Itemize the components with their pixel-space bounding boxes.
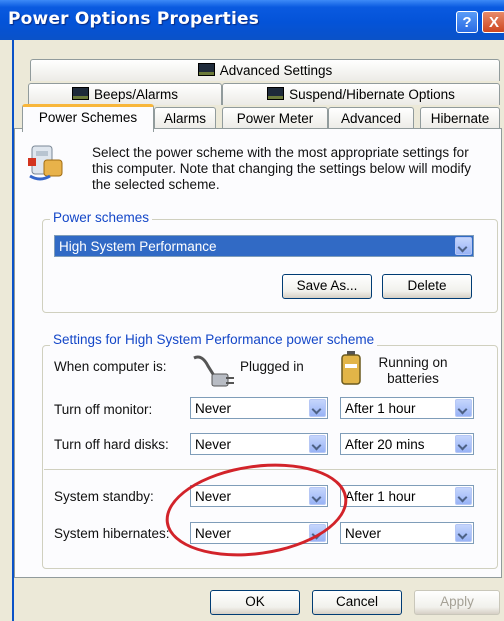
monitor-icon bbox=[71, 87, 89, 100]
save-as-button[interactable]: Save As... bbox=[282, 274, 372, 299]
settings-legend: Settings for High System Performance pow… bbox=[50, 332, 378, 347]
select-value: After 20 mins bbox=[345, 437, 425, 452]
chevron-down-icon[interactable] bbox=[309, 524, 326, 542]
cancel-button[interactable]: Cancel bbox=[312, 590, 402, 615]
turn-off-hard-disks-label: Turn off hard disks: bbox=[54, 437, 169, 452]
hard-disks-battery-select[interactable]: After 20 mins bbox=[340, 433, 474, 455]
tab-power-meter[interactable]: Power Meter bbox=[222, 107, 328, 129]
turn-off-monitor-label: Turn off monitor: bbox=[54, 402, 153, 417]
window-title: Power Options Properties bbox=[8, 9, 260, 29]
hard-disks-plugged-select[interactable]: Never bbox=[190, 433, 328, 455]
monitor-icon bbox=[197, 63, 215, 76]
tab-power-schemes[interactable]: Power Schemes bbox=[22, 104, 154, 132]
intro-text: Select the power scheme with the most ap… bbox=[92, 145, 471, 192]
settings-divider bbox=[44, 469, 496, 470]
tab-advanced-settings[interactable]: Advanced Settings bbox=[30, 59, 500, 81]
select-value: Never bbox=[345, 526, 382, 541]
tab-label: Alarms bbox=[163, 111, 206, 126]
standby-plugged-select[interactable]: Never bbox=[190, 485, 328, 507]
tab-label: Power Meter bbox=[236, 111, 314, 126]
chevron-down-icon[interactable] bbox=[309, 487, 326, 505]
chevron-down-icon[interactable] bbox=[455, 487, 472, 505]
select-value: Never bbox=[195, 526, 232, 541]
close-button[interactable]: X bbox=[482, 11, 504, 33]
tab-label: Power Schemes bbox=[38, 110, 138, 125]
tab-advanced[interactable]: Advanced bbox=[328, 107, 414, 129]
tab-hibernate[interactable]: Hibernate bbox=[420, 107, 500, 129]
chevron-down-icon[interactable] bbox=[455, 435, 472, 453]
running-on-batteries-label: Running on batteries bbox=[378, 355, 448, 386]
system-standby-label: System standby: bbox=[54, 489, 154, 504]
apply-button[interactable]: Apply bbox=[414, 590, 500, 615]
power-scheme-value: High System Performance bbox=[59, 239, 217, 254]
power-schemes-legend: Power schemes bbox=[50, 210, 153, 225]
help-button[interactable]: ? bbox=[456, 11, 478, 33]
select-value: Never bbox=[195, 489, 232, 504]
standby-battery-select[interactable]: After 1 hour bbox=[340, 485, 474, 507]
tab-alarms[interactable]: Alarms bbox=[154, 107, 216, 129]
tab-label: Advanced bbox=[340, 111, 402, 126]
power-scheme-icon bbox=[28, 145, 63, 181]
chevron-down-icon[interactable] bbox=[455, 524, 472, 542]
select-value: After 1 hour bbox=[345, 489, 416, 504]
chevron-down-icon[interactable] bbox=[309, 399, 326, 417]
tab-beeps-alarms[interactable]: Beeps/Alarms bbox=[28, 83, 222, 105]
chevron-down-icon[interactable] bbox=[455, 237, 472, 255]
monitor-plugged-select[interactable]: Never bbox=[190, 397, 328, 419]
tab-label: Advanced Settings bbox=[219, 63, 333, 78]
power-scheme-select[interactable]: High System Performance bbox=[54, 235, 474, 257]
tab-suspend-hibernate[interactable]: Suspend/Hibernate Options bbox=[222, 83, 500, 105]
when-computer-label: When computer is: bbox=[54, 359, 167, 374]
monitor-icon bbox=[267, 87, 285, 100]
plug-icon bbox=[193, 355, 234, 387]
select-value: Never bbox=[195, 401, 232, 416]
ok-button[interactable]: OK bbox=[210, 590, 300, 615]
title-bar[interactable]: Power Options Properties ? X bbox=[0, 0, 504, 40]
select-value: After 1 hour bbox=[345, 401, 416, 416]
chevron-down-icon[interactable] bbox=[309, 435, 326, 453]
tab-label: Beeps/Alarms bbox=[93, 87, 179, 102]
monitor-battery-select[interactable]: After 1 hour bbox=[340, 397, 474, 419]
battery-icon bbox=[341, 351, 361, 385]
tab-label: Hibernate bbox=[430, 111, 490, 126]
tab-label: Suspend/Hibernate Options bbox=[289, 87, 455, 102]
delete-button[interactable]: Delete bbox=[382, 274, 472, 299]
plugged-in-label: Plugged in bbox=[240, 359, 304, 374]
select-value: Never bbox=[195, 437, 232, 452]
hibernate-battery-select[interactable]: Never bbox=[340, 522, 474, 544]
chevron-down-icon[interactable] bbox=[455, 399, 472, 417]
system-hibernates-label: System hibernates: bbox=[54, 526, 170, 541]
hibernate-plugged-select[interactable]: Never bbox=[190, 522, 328, 544]
